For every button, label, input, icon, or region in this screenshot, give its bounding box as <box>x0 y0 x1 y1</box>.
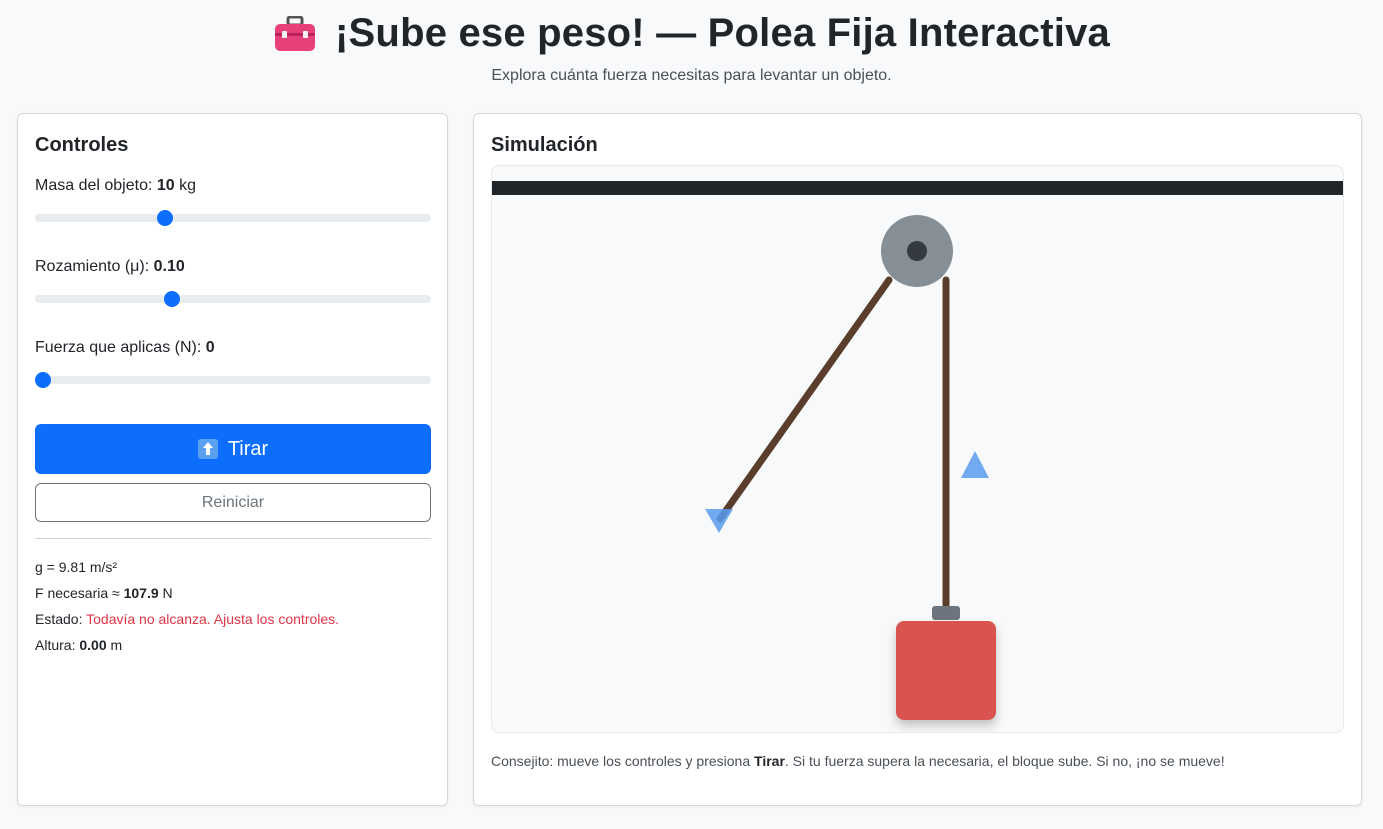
friction-slider-thumb[interactable] <box>164 291 181 307</box>
controls-panel: Controles Masa del objeto: 10 kg Rozamie… <box>17 113 448 806</box>
friction-slider-track <box>35 295 431 303</box>
status-label: Estado: <box>35 611 83 627</box>
page-title: ¡Sube ese peso! — Polea Fija Interactiva <box>335 10 1110 55</box>
toolbox-icon <box>273 15 317 52</box>
page-subtitle: Explora cuánta fuerza necesitas para lev… <box>491 67 892 84</box>
height-label: Altura: <box>35 637 76 653</box>
mass-label-text: Masa del objeto: <box>35 177 153 194</box>
ceiling-beam <box>492 181 1343 195</box>
force-slider-track <box>35 376 431 384</box>
mass-label: Masa del objeto: 10 kg <box>35 177 196 195</box>
gravity-info: g = 9.81 m/s² <box>35 559 118 575</box>
title-row: ¡Sube ese peso! — Polea Fija Interactiva <box>0 8 1383 58</box>
needed-force-label: F necesaria ≈ <box>35 585 120 601</box>
friction-label-text: Rozamiento (μ): <box>35 258 150 275</box>
height-unit: m <box>110 637 123 653</box>
weight-block[interactable] <box>896 621 996 720</box>
tip-text-end: . Si tu fuerza supera la necesaria, el b… <box>784 753 1225 769</box>
force-value: 0 <box>205 339 215 356</box>
force-slider[interactable] <box>35 372 431 388</box>
pull-rope <box>716 276 893 523</box>
simulation-panel: Simulación Consejito: mueve los controle… <box>473 113 1362 806</box>
hook <box>932 606 960 620</box>
force-label: Fuerza que aplicas (N): 0 <box>35 339 215 357</box>
status-info: Estado: Todavía no alcanza. Ajusta los c… <box>35 611 339 627</box>
needed-force-info: F necesaria ≈ 107.9 N <box>35 585 173 601</box>
pulley-diagram <box>492 181 1343 720</box>
height-value: 0.00 <box>79 637 107 653</box>
up-arrow-icon <box>197 439 218 459</box>
pull-button-label: Tirar <box>227 437 269 460</box>
mass-slider-thumb[interactable] <box>156 210 173 226</box>
lift-direction-arrow-icon <box>961 451 989 478</box>
controls-title: Controles <box>35 134 129 156</box>
mass-slider[interactable] <box>35 210 431 226</box>
friction-value: 0.10 <box>153 258 185 275</box>
reset-button-label: Reiniciar <box>201 493 265 511</box>
page-header: ¡Sube ese peso! — Polea Fija Interactiva… <box>0 8 1383 85</box>
simulation-title: Simulación <box>491 134 598 156</box>
friction-label: Rozamiento (μ): 0.10 <box>35 258 185 276</box>
status-message: Todavía no alcanza. Ajusta los controles… <box>86 611 340 627</box>
mass-value: 10 <box>156 177 175 194</box>
tip-text: Consejito: mueve los controles y presion… <box>491 753 1225 769</box>
simulation-canvas <box>491 165 1344 733</box>
height-info: Altura: 0.00 m <box>35 637 122 653</box>
friction-slider[interactable] <box>35 291 431 307</box>
tip-text-bold: Tirar <box>754 753 785 769</box>
tip-text-start: Consejito: mueve los controles y presion… <box>491 753 755 769</box>
needed-force-value: 107.9 <box>123 585 159 601</box>
pulley-axle <box>907 241 927 261</box>
controls-divider <box>35 538 431 539</box>
force-slider-thumb[interactable] <box>35 372 51 388</box>
needed-force-unit: N <box>162 585 173 601</box>
pull-button[interactable]: Tirar <box>35 424 431 474</box>
mass-unit: kg <box>179 177 197 194</box>
force-label-text: Fuerza que aplicas (N): <box>35 339 202 356</box>
reset-button[interactable]: Reiniciar <box>35 483 431 522</box>
mass-slider-track <box>35 214 431 222</box>
pull-direction-arrow-icon <box>705 509 733 533</box>
